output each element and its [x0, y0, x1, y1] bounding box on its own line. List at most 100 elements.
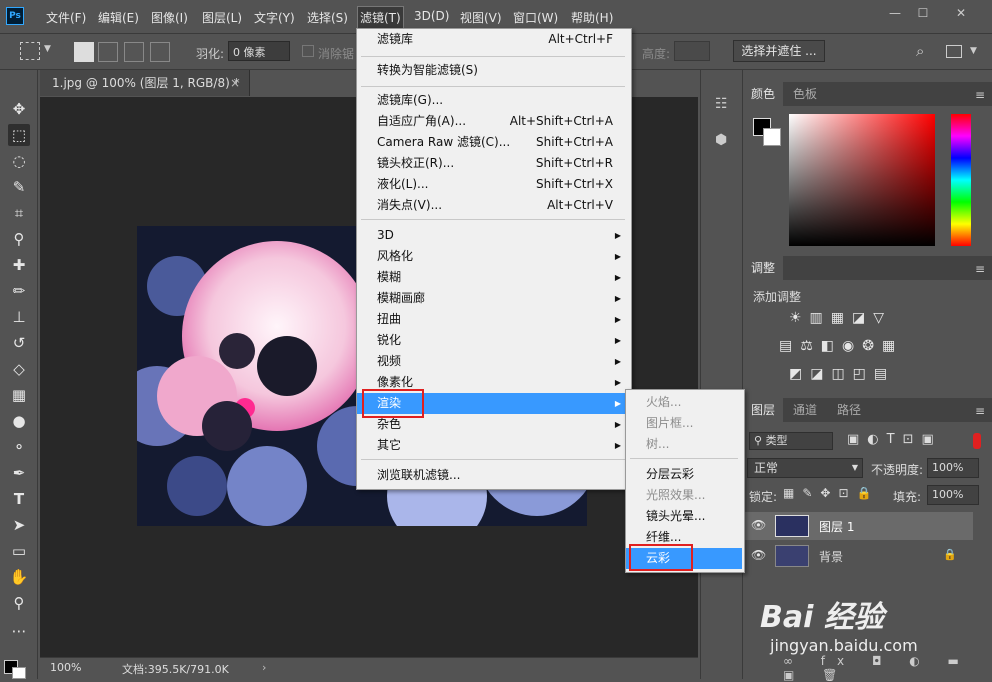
menu-item-3d[interactable]: 3D ▶	[357, 225, 629, 246]
menu-item-tree[interactable]: 树...	[626, 434, 742, 455]
menu-item-lighting-effects[interactable]: 光照效果...	[626, 485, 742, 506]
intersect-selection-icon[interactable]	[150, 42, 170, 62]
new-selection-icon[interactable]	[74, 42, 94, 62]
menu-item-filter-gallery-last[interactable]: 滤镜库 Alt+Ctrl+F	[357, 29, 629, 50]
menu-item-distort[interactable]: 扭曲 ▶	[357, 309, 629, 330]
menu-file[interactable]: 文件(F)	[46, 9, 86, 26]
menu-item-sharpen[interactable]: 锐化 ▶	[357, 330, 629, 351]
visibility-eye-icon[interactable]: 👁	[751, 548, 766, 562]
3d-panel-icon[interactable]: ⬢	[715, 132, 727, 148]
quick-select-tool-icon[interactable]: ✎	[8, 176, 30, 198]
menu-layer[interactable]: 图层(L)	[202, 9, 242, 26]
menu-item-flame[interactable]: 火焰...	[626, 392, 742, 413]
antialias-checkbox[interactable]	[302, 45, 314, 57]
menu-item-convert-smart[interactable]: 转换为智能滤镜(S)	[357, 60, 629, 81]
menu-item-adaptive-wide[interactable]: 自适应广角(A)... Alt+Shift+Ctrl+A	[357, 111, 629, 132]
tab-adjustments[interactable]: 调整	[743, 256, 784, 280]
hand-tool-icon[interactable]: ✋	[8, 566, 30, 588]
tab-swatches[interactable]: 色板	[785, 82, 825, 106]
layer-filter-select[interactable]: ⚲ 类型	[749, 432, 833, 450]
filter-toggle[interactable]	[973, 433, 981, 449]
color-panel-menu-icon[interactable]: ≡	[975, 88, 985, 102]
blur-tool-icon[interactable]: ●	[8, 410, 30, 432]
menu-filter[interactable]: 滤镜(T)	[357, 6, 404, 29]
menu-image[interactable]: 图像(I)	[151, 9, 188, 26]
color-field[interactable]	[789, 114, 935, 246]
path-select-tool-icon[interactable]: ➤	[8, 514, 30, 536]
add-selection-icon[interactable]	[98, 42, 118, 62]
history-brush-tool-icon[interactable]: ↺	[8, 332, 30, 354]
adjustment-icons-row3[interactable]: ◩◪◫◰▤	[789, 366, 895, 382]
zoom-level[interactable]: 100%	[50, 661, 81, 674]
close-tab-icon[interactable]: ×	[230, 70, 240, 96]
menu-view[interactable]: 视图(V)	[460, 9, 502, 26]
history-panel-icon[interactable]: ☷	[715, 96, 728, 112]
adjust-panel-menu-icon[interactable]: ≡	[975, 262, 985, 276]
menu-item-video[interactable]: 视频 ▶	[357, 351, 629, 372]
type-tool-icon[interactable]: T	[8, 488, 30, 510]
brush-tool-icon[interactable]: ✏	[8, 280, 30, 302]
adjustment-icons-row1[interactable]: ☀▥▦◪▽	[789, 310, 892, 326]
workspace-chevron-icon[interactable]: ▼	[970, 46, 977, 56]
eraser-tool-icon[interactable]: ◇	[8, 358, 30, 380]
menu-item-filter-gallery[interactable]: 滤镜库(G)...	[357, 90, 629, 111]
color-bg-swatch[interactable]	[763, 128, 781, 146]
layer-name[interactable]: 背景	[819, 548, 843, 565]
fill-input[interactable]: 100%	[927, 485, 979, 505]
menu-item-difference-clouds[interactable]: 分层云彩	[626, 464, 742, 485]
layers-panel-menu-icon[interactable]: ≡	[975, 404, 985, 418]
menu-3d[interactable]: 3D(D)	[414, 9, 449, 23]
menu-help[interactable]: 帮助(H)	[571, 9, 613, 26]
lasso-tool-icon[interactable]: ◌	[8, 150, 30, 172]
menu-item-liquify[interactable]: 液化(L)... Shift+Ctrl+X	[357, 174, 629, 195]
menu-item-blur-gallery[interactable]: 模糊画廊 ▶	[357, 288, 629, 309]
layer-row-background[interactable]: 👁 背景 🔒	[743, 542, 973, 570]
maximize-icon[interactable]: ☐	[912, 6, 934, 20]
menu-item-camera-raw[interactable]: Camera Raw 滤镜(C)... Shift+Ctrl+A	[357, 132, 629, 153]
dodge-tool-icon[interactable]: ⚬	[8, 436, 30, 458]
layer-row-layer1[interactable]: 👁 图层 1	[743, 512, 973, 540]
menu-item-lens-correction[interactable]: 镜头校正(R)... Shift+Ctrl+R	[357, 153, 629, 174]
blend-mode-select[interactable]: 正常 ▼	[747, 458, 863, 478]
search-icon[interactable]: ⌕	[916, 42, 924, 60]
menu-item-blur[interactable]: 模糊 ▶	[357, 267, 629, 288]
menu-window[interactable]: 窗口(W)	[513, 9, 558, 26]
menu-edit[interactable]: 编辑(E)	[98, 9, 139, 26]
visibility-eye-icon[interactable]: 👁	[751, 518, 766, 532]
workspace-icon[interactable]	[946, 45, 962, 58]
layer-filter-icons[interactable]: ▣◐T⊡▣	[847, 432, 942, 447]
chevron-down-icon[interactable]: ▼	[44, 44, 51, 54]
layer-name[interactable]: 图层 1	[819, 518, 854, 535]
status-chevron-icon[interactable]: ›	[262, 661, 266, 674]
hue-slider[interactable]	[951, 114, 971, 246]
rectangle-tool-icon[interactable]: ▭	[8, 540, 30, 562]
menu-type[interactable]: 文字(Y)	[254, 9, 295, 26]
opacity-input[interactable]: 100%	[927, 458, 979, 478]
close-icon[interactable]: ✕	[950, 6, 972, 20]
stamp-tool-icon[interactable]: ⊥	[8, 306, 30, 328]
menu-item-lens-flare[interactable]: 镜头光晕...	[626, 506, 742, 527]
height-input[interactable]	[674, 41, 710, 61]
crop-tool-icon[interactable]: ⌗	[8, 202, 30, 224]
menu-item-picture-frame[interactable]: 图片框...	[626, 413, 742, 434]
lock-icons[interactable]: ▦✎✥⊡🔒	[783, 486, 879, 500]
menu-select[interactable]: 选择(S)	[307, 9, 348, 26]
select-and-mask-button[interactable]: 选择并遮住 ...	[733, 40, 825, 62]
zoom-tool-icon[interactable]: ⚲	[8, 592, 30, 614]
tab-layers[interactable]: 图层	[743, 398, 784, 422]
menu-item-browse-online[interactable]: 浏览联机滤镜...	[357, 465, 629, 486]
tab-paths[interactable]: 路径	[829, 398, 869, 422]
menu-item-other[interactable]: 其它 ▶	[357, 435, 629, 456]
background-color-swatch[interactable]	[12, 667, 26, 679]
minimize-icon[interactable]: —	[884, 6, 906, 20]
menu-item-stylize[interactable]: 风格化 ▶	[357, 246, 629, 267]
marquee-tool-icon[interactable]: ⬚	[8, 124, 30, 146]
marquee-tool-preset-icon[interactable]	[20, 42, 40, 60]
tab-channels[interactable]: 通道	[785, 398, 825, 422]
more-tools-icon[interactable]: ⋯	[8, 620, 30, 642]
document-tab[interactable]: 1.jpg @ 100% (图层 1, RGB/8) * ×	[40, 70, 250, 96]
healing-brush-tool-icon[interactable]: ✚	[8, 254, 30, 276]
gradient-tool-icon[interactable]: ▦	[8, 384, 30, 406]
move-tool-icon[interactable]: ✥	[8, 98, 30, 120]
subtract-selection-icon[interactable]	[124, 42, 144, 62]
